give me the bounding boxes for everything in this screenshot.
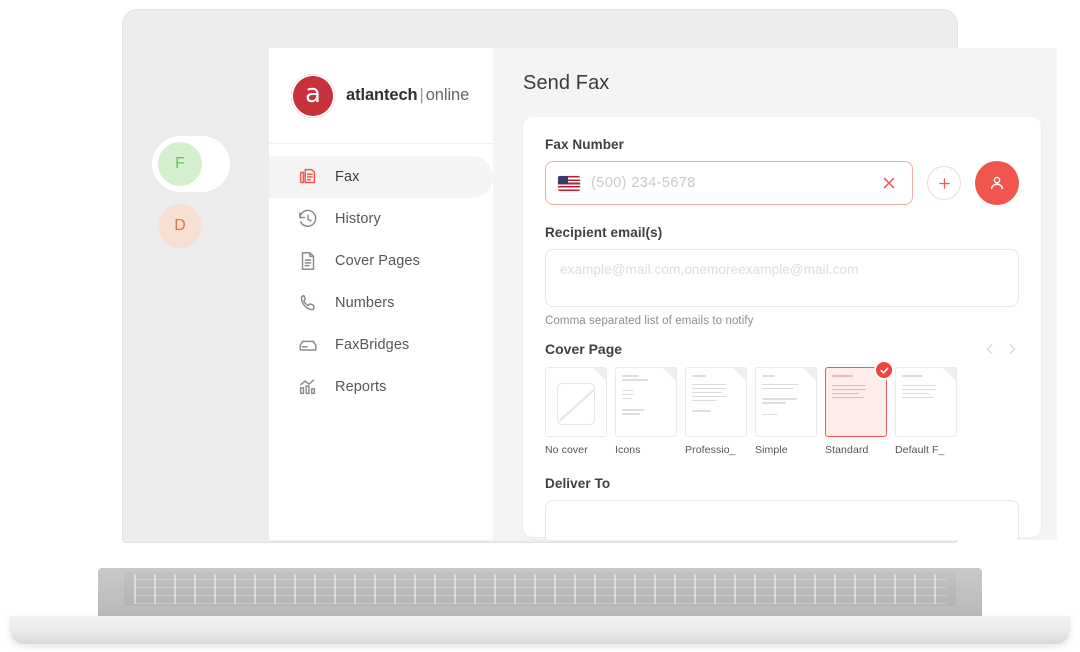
sidebar-item-label: FaxBridges [335,337,410,353]
sidebar-item-label: Cover Pages [335,253,420,269]
cover-thumbnail [685,367,747,437]
brand-name-secondary: online [425,86,470,104]
sidebar-nav: Fax History Cover Pages Numbers FaxBridg… [269,144,493,408]
cover-page-arrows [983,342,1019,356]
recipient-email-label: Recipient email(s) [545,225,663,240]
cover-option-label: No cover [545,444,588,456]
laptop-base [10,568,1070,644]
cover-page-options: No cover Icons Professio_ Simple Standar… [545,360,1019,456]
cover-option-standard[interactable]: Standard [825,360,894,456]
fax-number-label: Fax Number [545,137,625,152]
cover-option-label: Standard [825,444,869,456]
send-fax-card: Fax Number (500) 234-5678 Recipient emai… [523,117,1041,540]
history-icon [297,208,319,230]
sidebar-item-cover-pages[interactable]: Cover Pages [269,240,493,282]
logo-mark-icon: a [291,73,335,118]
cover-option-simple[interactable]: Simple [755,367,817,456]
fax-icon [297,166,319,188]
sidebar-item-label: Reports [335,379,387,395]
deliver-to-label: Deliver To [545,476,611,491]
cover-thumbnail [755,367,817,437]
cover-option-professional[interactable]: Professio_ [685,367,747,456]
cover-page-label: Cover Page [545,341,623,357]
cover-option-icons[interactable]: Icons [615,367,677,456]
avatar-f[interactable]: F [158,142,202,186]
laptop-base-front [10,616,1070,644]
cover-thumbnail [615,367,677,437]
keyboard-deck [98,568,982,620]
deliver-to-input[interactable] [545,500,1019,540]
cover-option-label: Icons [615,444,641,456]
app-window: a atlantech | online Fax History Cover P… [269,48,1057,540]
fax-number-row: (500) 234-5678 [545,161,1019,205]
cover-page-header: Cover Page [545,341,1019,357]
recipient-email-placeholder: example@mail.com,onemoreexample@mail.com [560,262,859,277]
fax-number-placeholder: (500) 234-5678 [591,175,696,191]
page-title: Send Fax [523,72,610,94]
cover-option-label: Simple [755,444,788,456]
sidebar-item-label: Numbers [335,295,395,311]
cover-option-label: Default F_ [895,444,945,456]
clear-icon[interactable] [880,174,898,192]
keyboard-keys [134,574,946,604]
add-recipient-button[interactable] [927,166,961,200]
avatar-d[interactable]: D [158,204,202,248]
fax-number-input[interactable]: (500) 234-5678 [545,161,913,205]
brand-separator: | [419,86,424,104]
logo-letter: a [305,78,321,109]
sidebar: a atlantech | online Fax History Cover P… [269,48,493,540]
faxbridge-icon [297,334,319,356]
sidebar-item-reports[interactable]: Reports [269,366,493,408]
sidebar-item-fax[interactable]: Fax [269,156,493,198]
selected-check-icon [874,360,894,380]
sidebar-item-label: Fax [335,169,360,185]
brand-name-primary: atlantech [346,86,418,104]
cover-option-label: Professio_ [685,444,736,456]
laptop-screen: a atlantech | online Fax History Cover P… [269,48,1057,540]
contacts-button[interactable] [975,161,1019,205]
brand-wordmark: atlantech | online [346,86,469,105]
cover-option-no-cover[interactable]: No cover [545,367,607,456]
main-content: Send Fax Fax Number (500) 234-5678 Recip… [493,48,1057,540]
recipient-email-help: Comma separated list of emails to notify [545,315,754,327]
cover-option-default[interactable]: Default F_ [895,367,957,456]
sidebar-item-label: History [335,211,381,227]
recipient-email-input[interactable]: example@mail.com,onemoreexample@mail.com [545,249,1019,307]
cover-thumbnail [895,367,957,437]
phone-icon [297,292,319,314]
avatar-initial: D [174,217,186,234]
laptop-lid: a atlantech | online Fax History Cover P… [123,10,1057,542]
screenshot-stage: a atlantech | online Fax History Cover P… [0,0,1080,652]
sidebar-item-numbers[interactable]: Numbers [269,282,493,324]
cover-thumbnail [545,367,607,437]
sidebar-item-faxbridges[interactable]: FaxBridges [269,324,493,366]
chevron-left-icon[interactable] [983,342,997,356]
avatar-initial: F [175,155,185,172]
document-icon [297,250,319,272]
sidebar-item-history[interactable]: History [269,198,493,240]
us-flag-icon [558,175,580,191]
chevron-right-icon[interactable] [1005,342,1019,356]
chart-icon [297,376,319,398]
brand-logo[interactable]: a atlantech | online [269,48,493,144]
